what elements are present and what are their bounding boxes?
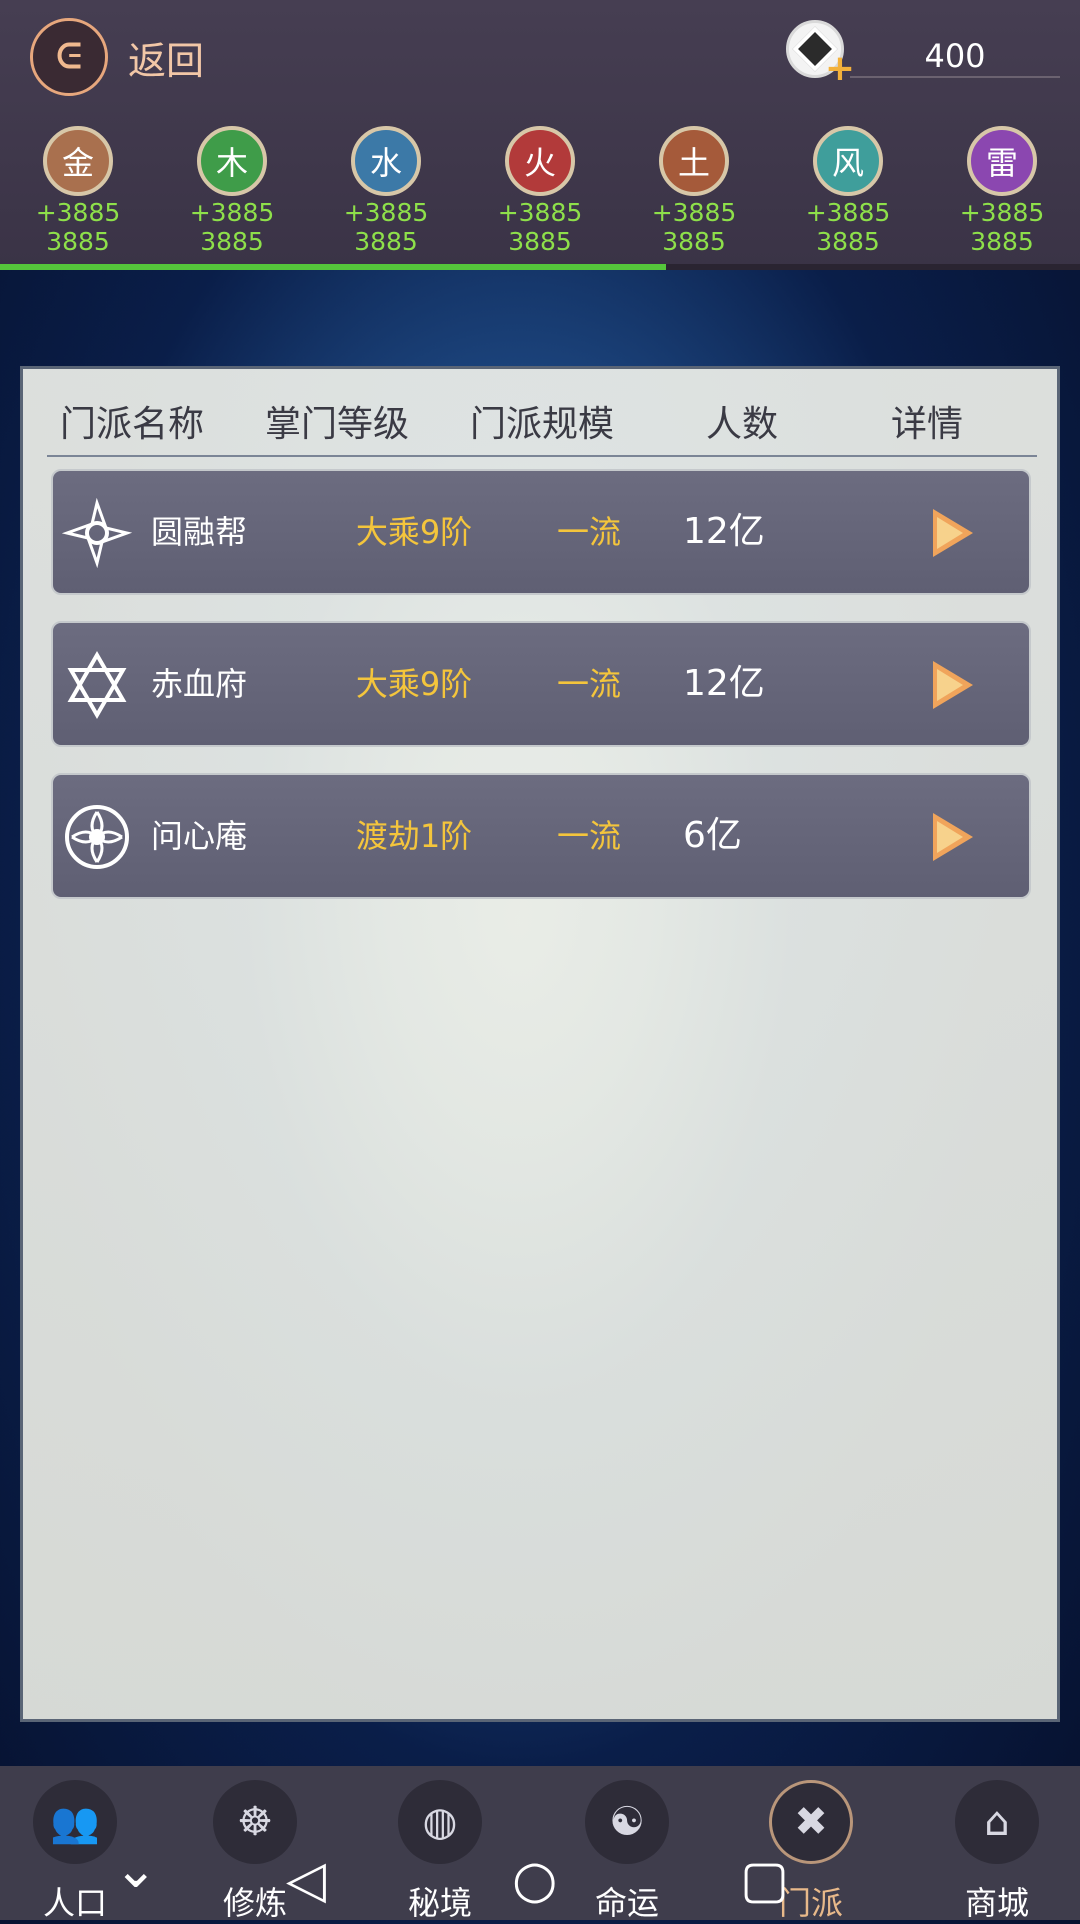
coin-plus-icon[interactable]: + — [786, 20, 855, 89]
element-wind: 风 +3885 3885 — [778, 126, 918, 256]
progress-bar — [0, 264, 1080, 270]
element-bonus: +3885 — [189, 198, 275, 227]
shuriken-emblem-icon — [59, 495, 135, 571]
element-value: 3885 — [46, 227, 110, 256]
leader-level: 渡劫1阶 — [355, 817, 473, 855]
element-bonus: +3885 — [343, 198, 429, 227]
back-arrow-icon: ᕮ — [56, 37, 82, 77]
table-row[interactable]: 圆融帮 大乘9阶 一流 12亿 — [51, 469, 1031, 595]
sect-name: 圆融帮 — [151, 513, 248, 551]
header-sect-scale: 门派规模 — [469, 404, 614, 445]
table-row[interactable]: 问心庵 渡劫1阶 一流 6亿 — [51, 773, 1031, 899]
sect-scale: 一流 — [556, 513, 621, 551]
element-bonus: +3885 — [959, 198, 1045, 227]
element-wood: 木 +3885 3885 — [162, 126, 302, 256]
lotus-emblem-icon — [59, 799, 135, 875]
header-leader-level: 掌门等级 — [264, 404, 409, 445]
top-bar: ᕮ 返回 + 400 金 +3885 3885 木 +3885 3885 水 +… — [0, 0, 1080, 270]
back-triangle-icon[interactable]: ◁ — [286, 1850, 326, 1910]
back-label[interactable]: 返回 — [128, 30, 204, 85]
element-bonus: +3885 — [651, 198, 737, 227]
system-nav-bar: ⌄ ◁ ○ ▢ — [0, 1840, 1080, 1920]
member-count: 12亿 — [683, 511, 765, 552]
element-bonus: +3885 — [35, 198, 121, 227]
member-count: 12亿 — [683, 663, 765, 704]
header-member-count: 人数 — [705, 404, 778, 445]
element-icon: 土 — [659, 126, 729, 196]
currency-value: 400 — [850, 36, 1060, 78]
leader-level: 大乘9阶 — [355, 665, 473, 703]
element-icon: 火 — [505, 126, 575, 196]
member-count: 6亿 — [683, 815, 742, 856]
element-earth: 土 +3885 3885 — [624, 126, 764, 256]
sect-scale: 一流 — [556, 817, 621, 855]
element-water: 水 +3885 3885 — [316, 126, 456, 256]
header-sect-name: 门派名称 — [59, 404, 204, 445]
element-metal: 金 +3885 3885 — [8, 126, 148, 256]
element-value: 3885 — [816, 227, 880, 256]
details-arrow-icon[interactable] — [933, 661, 973, 709]
recents-square-icon[interactable]: ▢ — [740, 1850, 789, 1910]
home-circle-icon[interactable]: ○ — [512, 1850, 557, 1910]
sect-name: 赤血府 — [151, 665, 248, 703]
element-bonus: +3885 — [805, 198, 891, 227]
element-icon: 木 — [197, 126, 267, 196]
leader-level: 大乘9阶 — [355, 513, 473, 551]
element-icon: 水 — [351, 126, 421, 196]
progress-fill — [0, 264, 667, 270]
hexagram-emblem-icon — [59, 647, 135, 723]
element-stats: 金 +3885 3885 木 +3885 3885 水 +3885 3885 火… — [0, 126, 1080, 266]
sect-scale: 一流 — [556, 665, 621, 703]
chevron-down-icon[interactable]: ⌄ — [114, 1840, 158, 1900]
element-fire: 火 +3885 3885 — [470, 126, 610, 256]
sect-name: 问心庵 — [151, 817, 248, 855]
sect-list-panel: 门派名称 掌门等级 门派规模 人数 详情 圆融帮 大乘9阶 一流 12亿 赤血府… — [20, 366, 1060, 1722]
element-icon: 金 — [43, 126, 113, 196]
back-button[interactable]: ᕮ — [30, 18, 108, 96]
element-bonus: +3885 — [497, 198, 583, 227]
element-icon: 风 — [813, 126, 883, 196]
element-value: 3885 — [508, 227, 572, 256]
element-value: 3885 — [200, 227, 264, 256]
header-details: 详情 — [890, 404, 963, 445]
element-icon: 雷 — [967, 126, 1037, 196]
details-arrow-icon[interactable] — [933, 813, 973, 861]
table-header: 门派名称 掌门等级 门派规模 人数 详情 — [47, 395, 1037, 457]
element-value: 3885 — [662, 227, 726, 256]
table-row[interactable]: 赤血府 大乘9阶 一流 12亿 — [51, 621, 1031, 747]
element-thunder: 雷 +3885 3885 — [932, 126, 1072, 256]
element-value: 3885 — [354, 227, 418, 256]
element-value: 3885 — [970, 227, 1034, 256]
details-arrow-icon[interactable] — [933, 509, 973, 557]
